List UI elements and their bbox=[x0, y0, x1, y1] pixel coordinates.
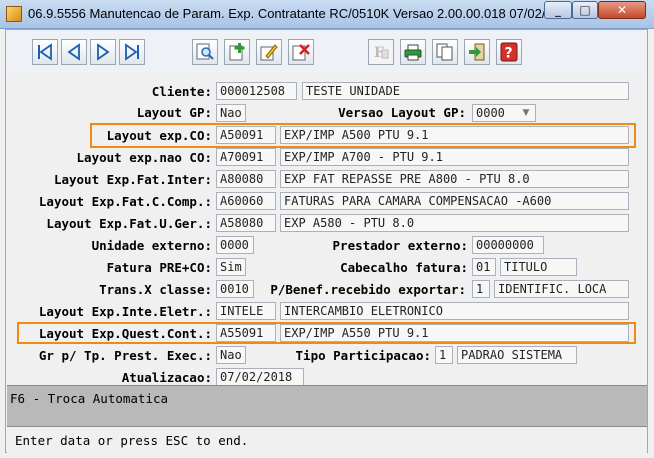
filter-button[interactable]: F bbox=[368, 39, 394, 65]
status-bar: Enter data or press ESC to end. bbox=[7, 426, 647, 453]
title-bar[interactable]: 06.9.5556 Manutencao de Param. Exp. Cont… bbox=[0, 0, 654, 29]
layout-exp-co-label: Layout exp.CO: bbox=[106, 128, 212, 143]
layout-exp-fat-c-comp-label: Layout Exp.Fat.C.Comp.: bbox=[38, 194, 212, 209]
benef-recebido-desc-field: IDENTIFIC. LOCA bbox=[494, 280, 629, 298]
first-record-button[interactable] bbox=[32, 39, 58, 65]
app-icon bbox=[6, 6, 22, 22]
benef-recebido-code-field[interactable]: 1 bbox=[472, 280, 490, 298]
layout-exp-nao-co-desc-field: EXP/IMP A700 - PTU 9.1 bbox=[280, 148, 629, 166]
layout-exp-quest-cont-label: Layout Exp.Quest.Cont.: bbox=[38, 326, 212, 341]
layout-exp-quest-cont-code-field[interactable]: A55091 bbox=[216, 324, 276, 342]
cabecalho-fatura-code-field[interactable]: 01 bbox=[472, 258, 496, 276]
cabecalho-fatura-label: Cabecalho fatura: bbox=[340, 260, 468, 275]
search-icon bbox=[196, 43, 214, 60]
search-button[interactable] bbox=[192, 39, 218, 65]
layout-exp-co-code-field[interactable]: A50091 bbox=[216, 126, 276, 144]
fatura-pre-co-label: Fatura PRE+CO: bbox=[106, 260, 212, 275]
filter-icon: F bbox=[374, 45, 389, 61]
layout-exp-co-desc-field: EXP/IMP A500 PTU 9.1 bbox=[280, 126, 629, 144]
layout-exp-quest-cont-desc-field: EXP/IMP A550 PTU 9.1 bbox=[280, 324, 629, 342]
help-button[interactable]: ? bbox=[496, 39, 522, 65]
toolbar: F ? bbox=[6, 30, 647, 74]
layout-exp-fat-c-comp-code-field[interactable]: A60060 bbox=[216, 192, 276, 210]
versao-layout-gp-label: Versao Layout GP: bbox=[338, 105, 466, 120]
layout-exp-fat-inter-label: Layout Exp.Fat.Inter: bbox=[53, 172, 212, 187]
first-icon bbox=[38, 43, 52, 61]
window-title: 06.9.5556 Manutencao de Param. Exp. Cont… bbox=[28, 6, 597, 21]
maximize-button[interactable]: □ bbox=[572, 1, 598, 19]
tipo-participacao-code-field[interactable]: 1 bbox=[435, 346, 453, 364]
unidade-externo-label: Unidade externo: bbox=[91, 238, 212, 253]
gr-tp-prest-exec-label: Gr p/ Tp. Prest. Exec.: bbox=[38, 348, 212, 363]
help-text: F6 - Troca Automatica bbox=[10, 391, 169, 406]
close-button[interactable]: ✕ bbox=[598, 1, 646, 19]
parameter-form: Cliente: 000012508 TESTE UNIDADE Layout … bbox=[10, 75, 642, 386]
layout-gp-label: Layout GP: bbox=[136, 105, 212, 120]
layout-exp-fat-u-ger-label: Layout Exp.Fat.U.Ger.: bbox=[46, 216, 212, 231]
versao-layout-gp-value: 0000 bbox=[476, 106, 505, 120]
layout-exp-inte-eletr-desc-field: INTERCAMBIO ELETRONICO bbox=[280, 302, 629, 320]
layout-exp-nao-co-code-field[interactable]: A70091 bbox=[216, 148, 276, 166]
next-record-button[interactable] bbox=[90, 39, 116, 65]
benef-recebido-label: P/Benef.recebido exportar: bbox=[270, 282, 466, 297]
layout-exp-fat-u-ger-desc-field: EXP A580 - PTU 8.0 bbox=[280, 214, 629, 232]
status-message: Enter data or press ESC to end. bbox=[15, 433, 249, 448]
next-icon bbox=[97, 43, 110, 61]
prestador-externo-field[interactable]: 00000000 bbox=[472, 236, 544, 254]
trans-x-classe-field[interactable]: 0010 bbox=[216, 280, 254, 298]
layout-exp-fat-u-ger-code-field[interactable]: A58080 bbox=[216, 214, 276, 232]
help-panel: F6 - Troca Automatica bbox=[7, 385, 647, 426]
layout-exp-nao-co-label: Layout exp.nao CO: bbox=[76, 150, 212, 165]
delete-button[interactable] bbox=[288, 39, 314, 65]
prestador-externo-label: Prestador externo: bbox=[332, 238, 468, 253]
chevron-down-icon[interactable]: ▼ bbox=[520, 105, 532, 121]
layout-exp-inte-eletr-label: Layout Exp.Inte.Eletr.: bbox=[38, 304, 212, 319]
exit-icon bbox=[469, 43, 485, 61]
add-button[interactable] bbox=[224, 39, 250, 65]
atualizacao-label: Atualizacao: bbox=[121, 370, 212, 385]
copy-icon bbox=[436, 43, 453, 61]
delete-icon bbox=[292, 44, 310, 61]
last-icon bbox=[125, 43, 139, 61]
tipo-participacao-desc-field: PADRAO SISTEMA bbox=[457, 346, 577, 364]
exit-button[interactable] bbox=[464, 39, 490, 65]
help-icon: ? bbox=[500, 42, 518, 62]
trans-x-classe-label: Trans.X classe: bbox=[99, 282, 212, 297]
edit-button[interactable] bbox=[256, 39, 282, 65]
cliente-desc-field: TESTE UNIDADE bbox=[302, 82, 629, 100]
print-button[interactable] bbox=[400, 39, 426, 65]
edit-icon bbox=[260, 44, 278, 61]
previous-icon bbox=[67, 43, 80, 61]
add-icon bbox=[229, 43, 245, 61]
tipo-participacao-label: Tipo Participacao: bbox=[295, 348, 431, 363]
layout-exp-fat-c-comp-desc-field: FATURAS PARA CAMARA COMPENSACAO -A600 bbox=[280, 192, 629, 210]
previous-record-button[interactable] bbox=[61, 39, 87, 65]
copy-button[interactable] bbox=[432, 39, 458, 65]
client-area: F ? Cliente: 000012508 TESTE UNIDADE Lay… bbox=[5, 29, 648, 453]
minimize-button[interactable]: _ bbox=[544, 1, 572, 19]
cliente-code-field[interactable]: 000012508 bbox=[216, 82, 297, 100]
gr-tp-prest-exec-field[interactable]: Nao bbox=[216, 346, 246, 364]
layout-exp-inte-eletr-code-field[interactable]: INTELE bbox=[216, 302, 276, 320]
last-record-button[interactable] bbox=[119, 39, 145, 65]
print-icon bbox=[404, 44, 422, 61]
svg-text:?: ? bbox=[505, 46, 513, 62]
fatura-pre-co-field[interactable]: Sim bbox=[216, 258, 246, 276]
cabecalho-fatura-desc-field: TITULO bbox=[500, 258, 577, 276]
unidade-externo-field[interactable]: 0000 bbox=[216, 236, 254, 254]
layout-exp-fat-inter-desc-field: EXP FAT REPASSE PRE A800 - PTU 8.0 bbox=[280, 170, 629, 188]
layout-exp-fat-inter-code-field[interactable]: A80080 bbox=[216, 170, 276, 188]
atualizacao-field: 07/02/2018 bbox=[216, 368, 304, 386]
cliente-label: Cliente: bbox=[151, 84, 212, 99]
layout-gp-field[interactable]: Nao bbox=[216, 104, 246, 122]
